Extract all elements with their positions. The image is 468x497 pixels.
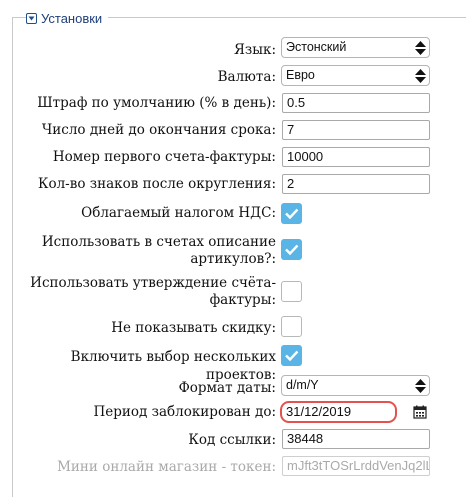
decimals-label: Кол-во знаков после округления: [38,176,276,192]
section-title: Установки [41,10,103,26]
ref-code-label: Код ссылки: [188,432,276,448]
decimals-input[interactable]: 2 [282,174,430,194]
days-input[interactable]: 7 [282,120,430,140]
locked-period-input[interactable]: 31/12/2019 [280,401,397,423]
days-label: Число дней до окончания срока: [41,122,276,138]
date-format-value: d/m/Y [286,378,319,392]
invoice-start-label: Номер первого счета-фактуры: [52,149,276,165]
checkmark-icon [285,208,299,220]
shop-token-input: mJft3tTOSrLrddVenJq2lL [282,456,430,476]
select-arrows-icon [415,41,426,55]
calendar-icon[interactable] [413,405,427,419]
language-label: Язык: [234,42,276,58]
invoice-start-input[interactable]: 10000 [282,147,430,167]
language-select[interactable]: Эстонский [281,37,430,58]
currency-select[interactable]: Евро [281,65,430,86]
vat-label: Облагаемый налогом НДС: [81,205,276,221]
ref-code-input[interactable]: 38448 [282,429,430,449]
invoice-approval-checkbox[interactable] [281,281,302,302]
checkmark-icon [285,244,299,256]
checkmark-icon [285,350,299,362]
article-desc-label-line2: артикулов?: [190,251,276,267]
currency-label: Валюта: [217,69,276,85]
article-desc-checkbox[interactable] [281,239,302,260]
vat-checkbox[interactable] [281,203,302,224]
article-desc-label-line1: Использовать в счетах описание [41,234,276,250]
currency-value: Евро [286,68,315,82]
penalty-label: Штраф по умолчанию (% в день): [37,95,276,111]
date-format-select[interactable]: d/m/Y [281,375,430,396]
shop-token-label: Мини онлайн магазин - токен: [57,459,276,475]
penalty-input[interactable]: 0.5 [282,93,430,113]
collapse-icon[interactable] [26,12,37,24]
invoice-approval-label-line1: Использовать утверждение счёта- [30,275,276,291]
select-arrows-icon [415,69,426,83]
date-format-label: Формат даты: [178,380,276,396]
multi-project-checkbox[interactable] [281,345,302,366]
hide-discount-checkbox[interactable] [281,316,302,337]
hide-discount-label: Не показывать скидку: [111,320,276,336]
section-legend: Установки [26,8,109,28]
locked-period-label: Период заблокирован до: [93,404,276,420]
language-value: Эстонский [286,40,347,54]
select-arrows-icon [415,379,426,393]
invoice-approval-label-line2: фактуры: [209,292,276,308]
